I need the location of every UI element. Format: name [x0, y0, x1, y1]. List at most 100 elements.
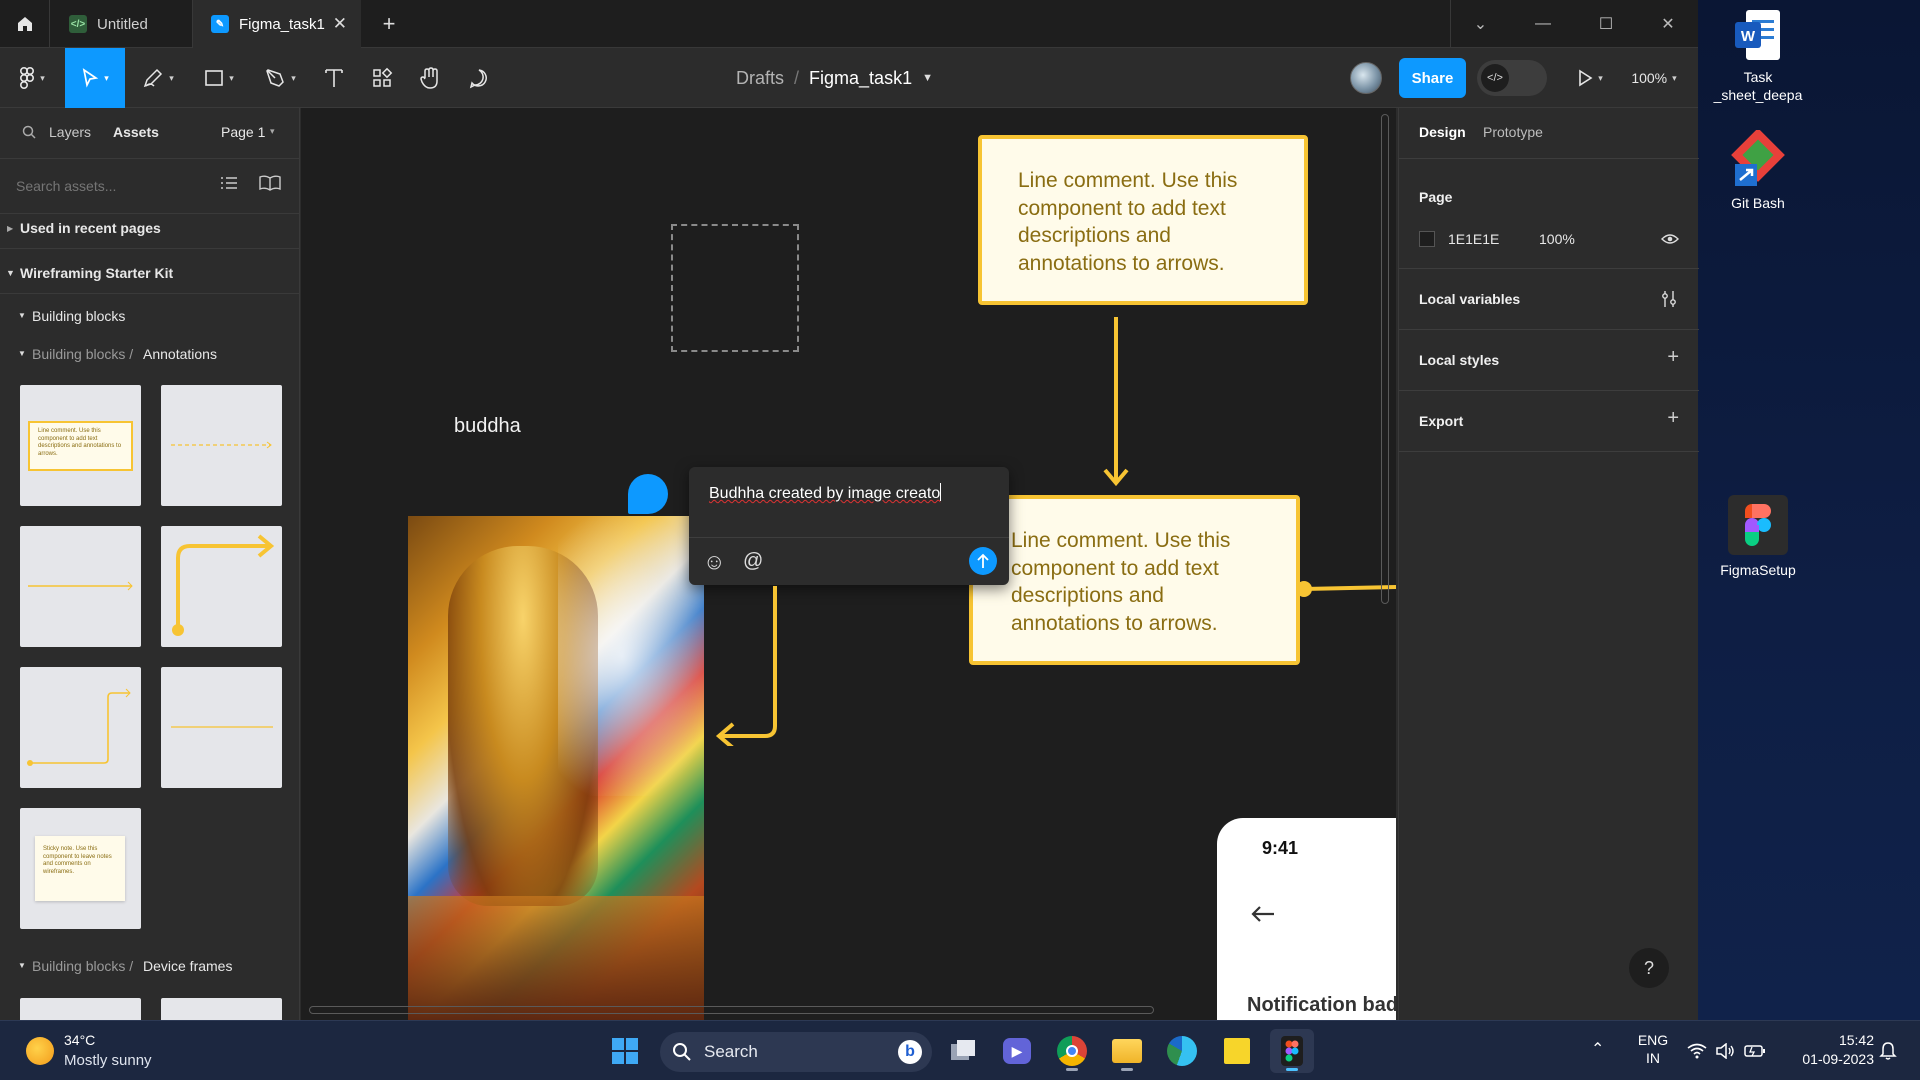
add-export-plus-icon[interactable]: +	[1667, 407, 1679, 430]
page-color-hex[interactable]: 1E1E1E	[1448, 231, 1499, 247]
tab-assets[interactable]: Assets	[113, 124, 159, 140]
page-opacity[interactable]: 100%	[1539, 231, 1575, 247]
asset-elbow-arrow[interactable]	[161, 526, 282, 647]
line-comment-callout-top[interactable]: Line comment. Use this component to add …	[978, 135, 1308, 305]
buddha-image[interactable]	[408, 516, 704, 1020]
chevron-down-icon[interactable]: ▼	[6, 268, 15, 278]
phone-frame[interactable]: 9:41 Notification bad	[1217, 818, 1396, 1020]
chevron-down-icon[interactable]: ▼	[18, 961, 26, 970]
task-view-button[interactable]	[941, 1029, 985, 1073]
language-indicator[interactable]: ENG IN	[1633, 1031, 1673, 1067]
export-section[interactable]: Export +	[1399, 391, 1699, 452]
zoom-dropdown[interactable]: 100% ▾	[1624, 48, 1684, 108]
clock[interactable]: 15:42 01-09-2023	[1784, 1031, 1874, 1069]
shape-tool-button[interactable]: ▾	[194, 48, 244, 108]
variables-icon[interactable]	[1661, 290, 1677, 308]
figma-taskbar-button[interactable]	[1270, 1029, 1314, 1073]
start-button[interactable]	[603, 1029, 647, 1073]
new-tab-button[interactable]: +	[374, 0, 404, 48]
resources-button[interactable]	[362, 48, 402, 108]
placeholder-frame[interactable]	[671, 224, 799, 352]
search-icon[interactable]	[22, 125, 36, 139]
wifi-icon[interactable]	[1687, 1043, 1707, 1059]
file-name[interactable]: Figma_task1	[809, 68, 912, 89]
comment-tool-button[interactable]	[459, 48, 499, 108]
search-assets-input[interactable]	[16, 172, 216, 200]
tab-figma-task1[interactable]: ✎ Figma_task1 ✕	[193, 0, 361, 48]
desktop-icon-git-bash[interactable]: Git Bash	[1703, 130, 1813, 212]
breadcrumb-drafts[interactable]: Drafts	[736, 68, 784, 89]
dev-mode-toggle[interactable]: </>	[1477, 60, 1547, 96]
send-comment-button[interactable]	[969, 547, 997, 575]
close-window-button[interactable]: ✕	[1638, 0, 1698, 48]
asset-thin-line[interactable]	[161, 667, 282, 788]
tabs-dropdown-button[interactable]: ⌄	[1450, 0, 1510, 48]
chevron-down-icon[interactable]: ▼	[922, 72, 933, 84]
horizontal-scrollbar[interactable]	[309, 1006, 1154, 1014]
tab-design[interactable]: Design	[1419, 124, 1466, 140]
sticky-notes-button[interactable]	[1215, 1029, 1259, 1073]
minimize-button[interactable]: —	[1513, 0, 1573, 48]
asset-step-arrow[interactable]	[20, 667, 141, 788]
text-tool-button[interactable]	[314, 48, 354, 108]
tab-untitled[interactable]: </> Untitled	[51, 0, 193, 48]
eye-icon[interactable]	[1661, 233, 1679, 245]
tab-prototype[interactable]: Prototype	[1483, 124, 1543, 140]
asset-sticky-note[interactable]: Sticky note. Use this component to leave…	[20, 808, 141, 929]
desktop-icon-task-sheet[interactable]: W Task _sheet_deepa	[1703, 8, 1813, 104]
group-building-blocks[interactable]: Building blocks	[32, 308, 125, 324]
mention-icon[interactable]: @	[743, 550, 763, 573]
chevron-right-icon[interactable]: ▶	[7, 224, 13, 233]
asset-line-comment[interactable]: Line comment. Use this component to add …	[20, 385, 141, 506]
comment-input[interactable]: Budhha created by image creato	[709, 483, 989, 513]
section-recent[interactable]: Used in recent pages	[20, 220, 161, 236]
library-icon[interactable]	[259, 175, 281, 191]
section-wireframing-kit[interactable]: Wireframing Starter Kit	[20, 265, 173, 281]
asset-straight-arrow[interactable]	[20, 526, 141, 647]
page-selector[interactable]: Page 1	[221, 124, 265, 140]
add-style-plus-icon[interactable]: +	[1667, 346, 1679, 369]
teams-chat-button[interactable]: ▶	[995, 1029, 1039, 1073]
taskbar-search[interactable]: Search b	[660, 1032, 932, 1072]
asset-device-frame[interactable]	[20, 998, 141, 1020]
volume-icon[interactable]	[1715, 1043, 1735, 1059]
asset-device-frame[interactable]	[161, 998, 282, 1020]
design-canvas[interactable]: buddha Line comment. Use this component …	[301, 108, 1396, 1020]
comment-pin[interactable]	[628, 474, 668, 514]
buddha-text-layer[interactable]: buddha	[454, 415, 521, 438]
close-tab-icon[interactable]: ✕	[333, 14, 347, 34]
list-view-icon[interactable]	[220, 175, 238, 191]
chevron-down-icon[interactable]: ▼	[18, 349, 26, 358]
vertical-scrollbar[interactable]	[1381, 114, 1389, 604]
chrome-button[interactable]	[1050, 1029, 1094, 1073]
hand-tool-button[interactable]	[410, 48, 450, 108]
home-button[interactable]	[0, 0, 50, 48]
weather-widget[interactable]: 34°C Mostly sunny	[22, 1029, 172, 1073]
pencil-tool-button[interactable]: ▾	[133, 48, 183, 108]
chevron-down-icon[interactable]: ▼	[18, 311, 26, 320]
pen-tool-button[interactable]: ▾	[255, 48, 305, 108]
file-explorer-button[interactable]	[1105, 1029, 1149, 1073]
group-annotations[interactable]: Annotations	[143, 346, 217, 362]
help-button[interactable]: ?	[1629, 948, 1669, 988]
present-button[interactable]: ▾	[1570, 48, 1610, 108]
tab-layers[interactable]: Layers	[49, 124, 91, 140]
desktop-icon-figma-setup[interactable]: FigmaSetup	[1703, 495, 1813, 579]
group-device-frames[interactable]: Device frames	[143, 958, 232, 974]
back-arrow-icon[interactable]	[1250, 904, 1276, 924]
show-hidden-icons-chevron[interactable]: ⌃	[1591, 1039, 1604, 1059]
line-comment-callout-bottom[interactable]: Line comment. Use this component to add …	[969, 495, 1300, 665]
battery-icon[interactable]	[1744, 1044, 1766, 1058]
asset-dashed-arrow[interactable]	[161, 385, 282, 506]
page-color-swatch[interactable]	[1419, 231, 1435, 247]
user-avatar[interactable]	[1350, 62, 1382, 94]
emoji-icon[interactable]: ☺	[703, 549, 725, 575]
maximize-button[interactable]: ☐	[1576, 0, 1636, 48]
edge-button[interactable]	[1160, 1029, 1204, 1073]
notification-icon[interactable]	[1879, 1041, 1897, 1061]
main-menu-button[interactable]: ▾	[8, 48, 56, 108]
move-tool-button[interactable]: ▾	[65, 48, 125, 108]
chevron-down-icon[interactable]: ▾	[270, 126, 275, 137]
share-button[interactable]: Share	[1399, 58, 1466, 98]
local-variables-section[interactable]: Local variables	[1399, 269, 1699, 330]
